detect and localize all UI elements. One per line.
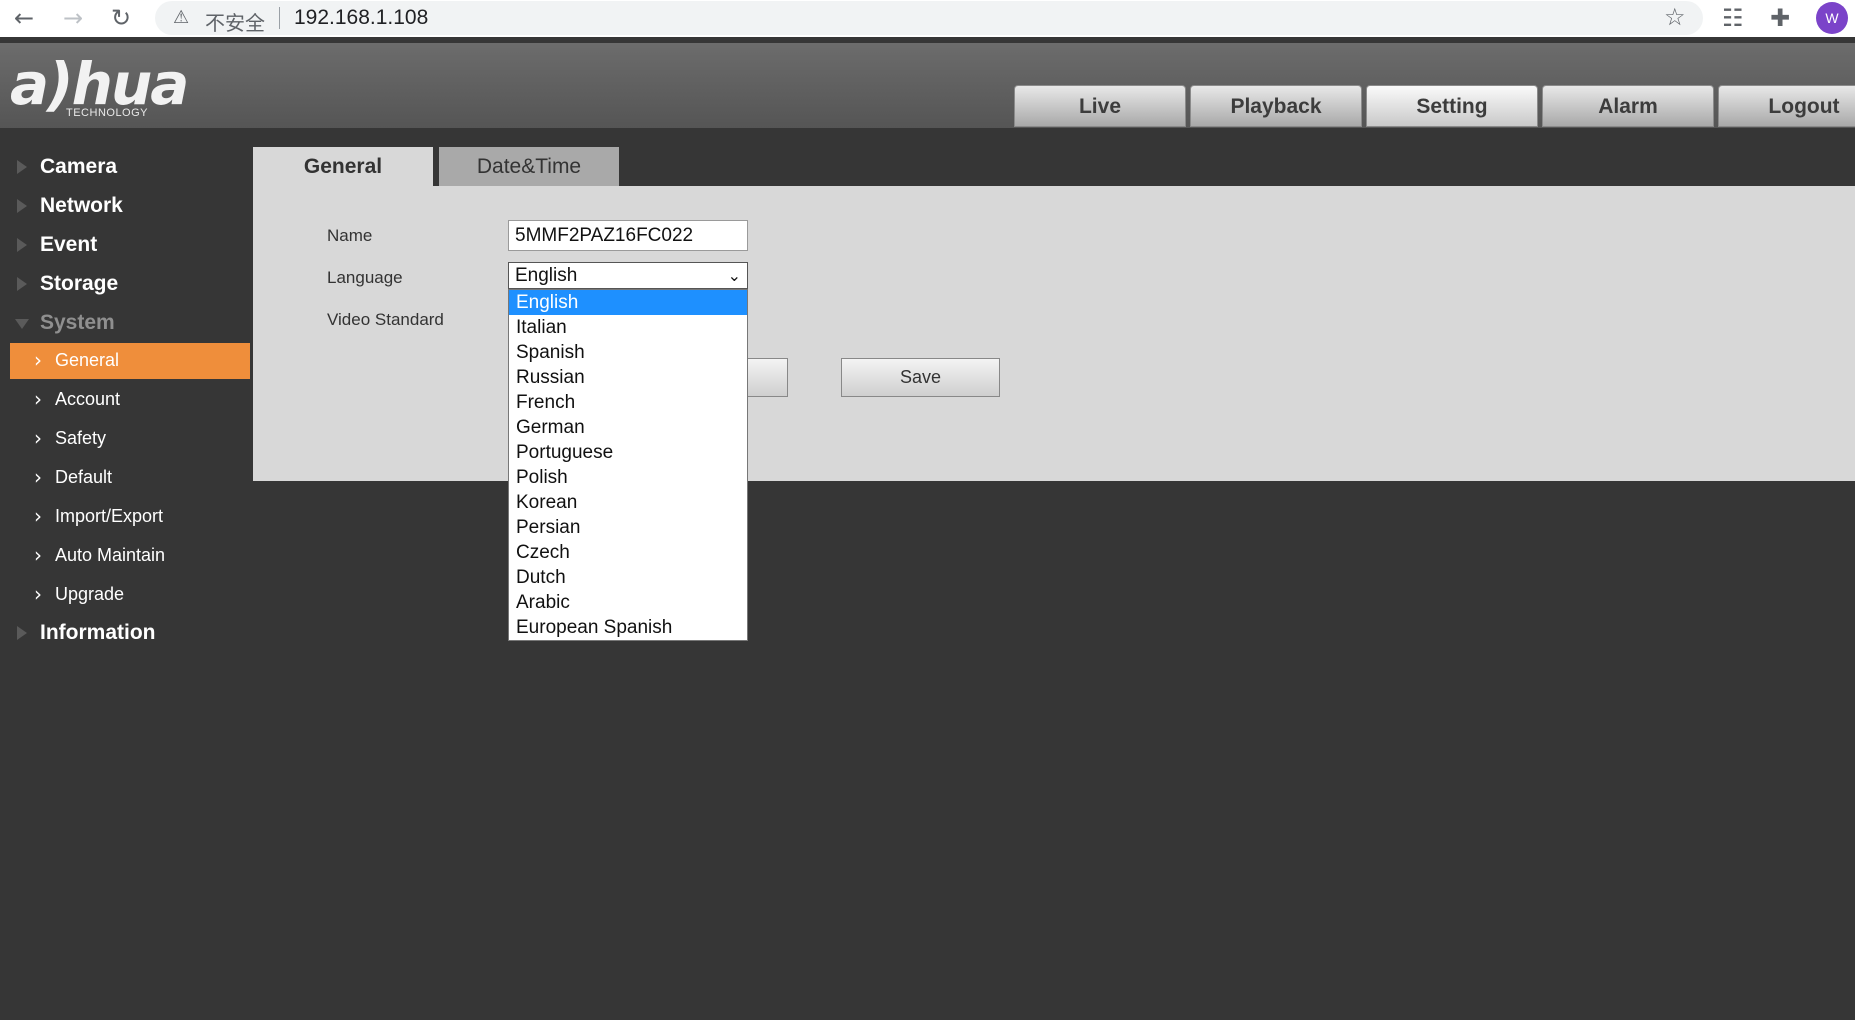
sidebar-item-default[interactable]: › Default	[10, 460, 250, 496]
tab-date-time[interactable]: Date&Time	[439, 147, 619, 186]
sidebar-item-general[interactable]: › General	[10, 343, 250, 379]
app-header: a)hua TECHNOLOGY Live Playback Setting A…	[0, 43, 1855, 128]
sidebar-label: Information	[40, 621, 156, 644]
bookmark-star-icon[interactable]: ☆	[1664, 3, 1686, 31]
chevron-right-icon: ›	[34, 582, 42, 606]
triangle-right-icon	[17, 199, 27, 213]
sidebar-label: Event	[40, 233, 98, 256]
url-divider	[279, 7, 280, 29]
sidebar-item-safety[interactable]: › Safety	[10, 421, 250, 457]
language-option[interactable]: Polish	[509, 465, 747, 490]
tab-setting[interactable]: Setting	[1366, 85, 1538, 127]
sidebar-item-storage[interactable]: Storage	[0, 270, 252, 300]
language-option[interactable]: Korean	[509, 490, 747, 515]
triangle-right-icon	[17, 626, 27, 640]
sidebar-sub-label: Default	[55, 467, 113, 487]
triangle-right-icon	[17, 277, 27, 291]
back-arrow-icon[interactable]: ←	[10, 4, 38, 32]
video-standard-label: Video Standard	[327, 310, 444, 329]
url-text[interactable]: 192.168.1.108	[294, 6, 428, 30]
extensions-puzzle-icon[interactable]: ✚	[1770, 4, 1790, 32]
language-select-value: English	[515, 265, 578, 286]
triangle-down-icon	[15, 319, 29, 329]
chevron-right-icon: ›	[34, 387, 42, 411]
language-option[interactable]: Portuguese	[509, 440, 747, 465]
browser-toolbar: ← → ↻ ⚠ 不安全 192.168.1.108 ☆ ☷ ✚ W	[0, 0, 1855, 37]
triangle-right-icon	[17, 238, 27, 252]
sidebar-item-import-export[interactable]: › Import/Export	[10, 499, 250, 535]
tab-live[interactable]: Live	[1014, 85, 1186, 127]
profile-avatar[interactable]: W	[1816, 2, 1848, 34]
name-input[interactable]: 5MMF2PAZ16FC022	[508, 220, 748, 251]
tab-general[interactable]: General	[253, 147, 433, 186]
sidebar-sub-label: Auto Maintain	[55, 545, 166, 565]
chevron-right-icon: ›	[34, 465, 42, 489]
name-label: Name	[327, 226, 373, 245]
sidebar-label: Storage	[40, 272, 119, 295]
sidebar-item-information[interactable]: Information	[0, 619, 252, 649]
sidebar-sub-label: General	[55, 350, 120, 370]
sidebar-item-system[interactable]: System	[0, 309, 252, 339]
language-option[interactable]: Dutch	[509, 565, 747, 590]
sidebar-sub-label: Upgrade	[55, 584, 125, 604]
content-tabbar: General Date&Time	[253, 147, 1855, 186]
sidebar-sub-label: Safety	[55, 428, 107, 448]
tab-grid-icon[interactable]: ☷	[1722, 4, 1744, 32]
chevron-right-icon: ›	[34, 348, 42, 372]
tab-alarm[interactable]: Alarm	[1542, 85, 1714, 127]
sidebar-sub-label: Account	[55, 389, 121, 409]
tab-playback[interactable]: Playback	[1190, 85, 1362, 127]
sidebar-item-network[interactable]: Network	[0, 192, 252, 222]
reload-icon[interactable]: ↻	[107, 4, 135, 32]
chevron-down-icon: ⌄	[727, 266, 741, 285]
sidebar-item-upgrade[interactable]: › Upgrade	[10, 577, 250, 613]
language-option[interactable]: Czech	[509, 540, 747, 565]
tab-logout[interactable]: Logout	[1718, 85, 1855, 127]
sidebar-item-event[interactable]: Event	[0, 231, 252, 261]
save-button[interactable]: Save	[841, 358, 1000, 397]
language-option[interactable]: Italian	[509, 315, 747, 340]
chevron-right-icon: ›	[34, 543, 42, 567]
language-option[interactable]: Spanish	[509, 340, 747, 365]
language-option[interactable]: Arabic	[509, 590, 747, 615]
address-bar[interactable]: ⚠ 不安全 192.168.1.108	[155, 1, 1703, 35]
chevron-right-icon: ›	[34, 426, 42, 450]
sidebar-item-camera[interactable]: Camera	[0, 153, 252, 183]
sidebar-item-auto-maintain[interactable]: › Auto Maintain	[10, 538, 250, 574]
sidebar-label: Network	[40, 194, 123, 217]
general-settings-panel: Name 5MMF2PAZ16FC022 Language English ⌄ …	[253, 186, 1855, 481]
language-option[interactable]: English	[509, 290, 747, 315]
language-dropdown-list: English Italian Spanish Russian French G…	[508, 289, 748, 641]
language-option[interactable]: German	[509, 415, 747, 440]
warning-icon: ⚠	[173, 7, 190, 28]
security-label: 不安全	[205, 11, 265, 35]
sidebar-item-account[interactable]: › Account	[10, 382, 250, 418]
language-option[interactable]: European Spanish	[509, 615, 747, 640]
language-select[interactable]: English ⌄	[508, 262, 748, 289]
sidebar-label: Camera	[40, 155, 118, 178]
chevron-right-icon: ›	[34, 504, 42, 528]
sidebar-sub-label: Import/Export	[55, 506, 164, 526]
language-option[interactable]: Persian	[509, 515, 747, 540]
sidebar-label: System	[40, 311, 115, 334]
language-option[interactable]: Russian	[509, 365, 747, 390]
language-option[interactable]: French	[509, 390, 747, 415]
triangle-right-icon	[17, 160, 27, 174]
forward-arrow-icon[interactable]: →	[59, 4, 87, 32]
logo-subtitle: TECHNOLOGY	[66, 107, 149, 119]
language-label: Language	[327, 268, 403, 287]
